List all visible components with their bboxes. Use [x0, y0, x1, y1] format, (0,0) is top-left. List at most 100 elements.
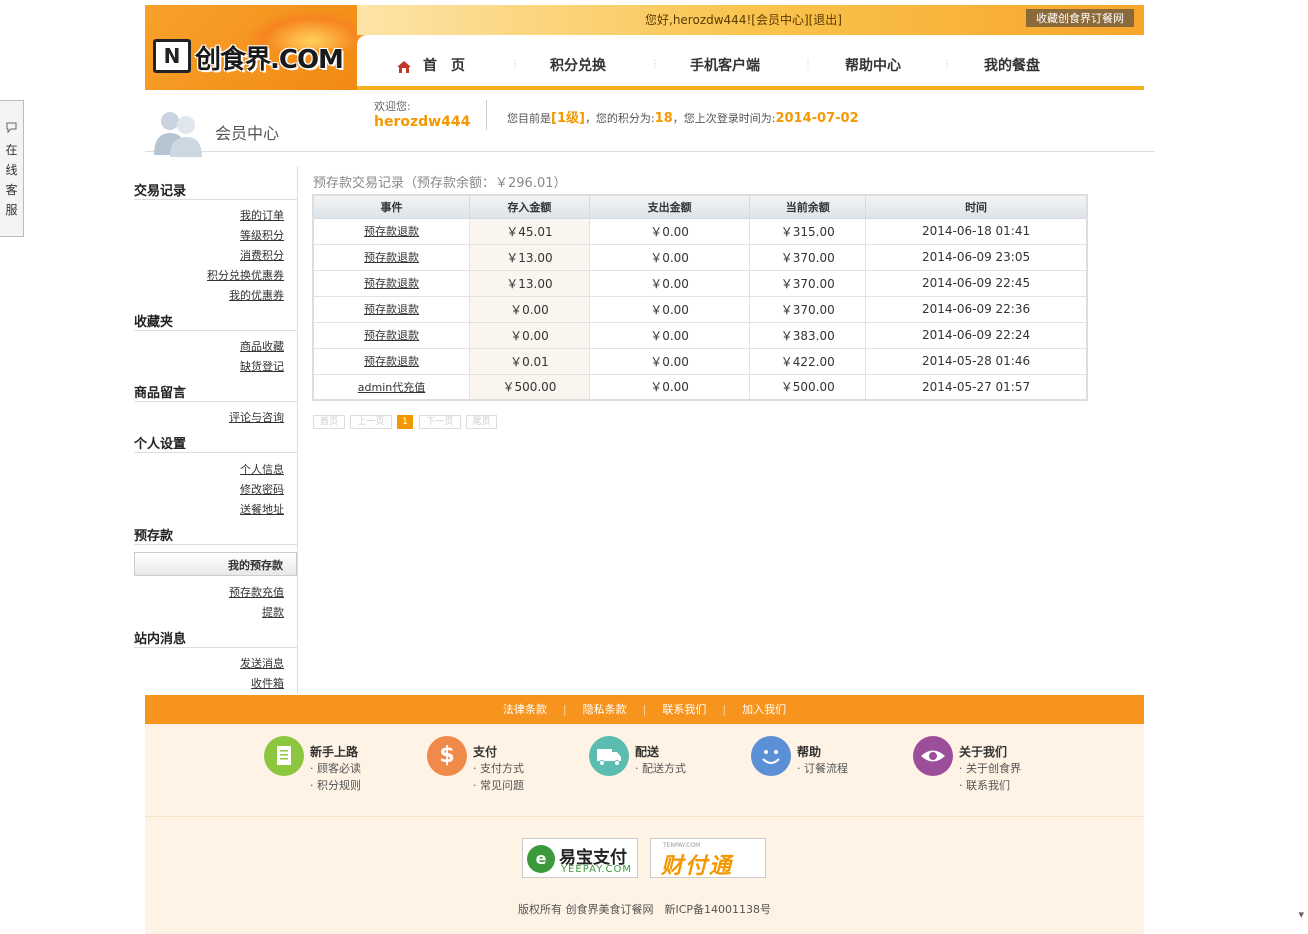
event-link[interactable]: admin代充值	[358, 381, 425, 394]
sidebar-link-delivery-address[interactable]: 送餐地址	[240, 501, 284, 517]
sidebar-link-send-message[interactable]: 发送消息	[240, 655, 284, 671]
sidebar-link-product-favorites[interactable]: 商品收藏	[240, 338, 284, 354]
transaction-time: 2014-05-27 01:57	[865, 373, 1088, 401]
sidebar-link-withdraw[interactable]: 提款	[262, 604, 284, 620]
expense-amount: ￥0.00	[588, 295, 751, 323]
member-info-bar: 会员中心 欢迎您: herozdw444 您目前是[1级]，您的积分为:18，您…	[145, 95, 1155, 157]
site-logo[interactable]: N 创食界.COM	[145, 5, 357, 90]
member-level: [1级]	[551, 111, 585, 126]
sidebar-link-my-coupons[interactable]: 我的优惠券	[229, 287, 284, 303]
nav-separator: ⋮	[650, 59, 660, 70]
pager-next[interactable]: 下一页	[419, 415, 461, 429]
welcome-label: 欢迎您:	[374, 100, 411, 113]
current-balance: ￥315.00	[749, 217, 867, 245]
event-link[interactable]: 预存款退款	[364, 329, 419, 342]
footer-info-link[interactable]: · 积分规则	[310, 777, 361, 793]
transaction-time: 2014-06-18 01:41	[865, 217, 1088, 245]
sidebar: 交易记录 我的订单 等级积分 消费积分 积分兑换优惠券 我的优惠券 收藏夹 商品…	[134, 166, 297, 693]
sidebar-link-points-coupon[interactable]: 积分兑换优惠券	[207, 267, 284, 283]
sidebar-section-title: 商品留言	[134, 386, 187, 401]
footer-info-link[interactable]: · 联系我们	[959, 777, 1010, 793]
sidebar-link-level-points[interactable]: 等级积分	[240, 227, 284, 243]
tenpay-logo[interactable]: TENPAY.COM 财付通	[650, 838, 766, 879]
smile-icon	[751, 736, 791, 776]
footer-link-legal[interactable]: 法律条款	[503, 703, 547, 716]
column-header: 当前余额	[749, 194, 867, 219]
nav-separator: ⋮	[510, 59, 520, 70]
chat-bubble-icon	[6, 122, 16, 134]
truck-icon	[589, 736, 629, 776]
nav-my-plate[interactable]: 我的餐盘	[984, 55, 1040, 75]
event-link[interactable]: 预存款退款	[364, 355, 419, 368]
nav-mobile-client[interactable]: 手机客户端	[690, 55, 760, 75]
sidebar-item-label: 我的预存款	[228, 559, 283, 572]
event-link[interactable]: 预存款退款	[364, 251, 419, 264]
sidebar-section-title: 个人设置	[134, 437, 187, 452]
sidebar-item-my-deposit[interactable]: 我的预存款	[134, 552, 297, 576]
username: herozdw444	[374, 114, 471, 130]
add-favorite-button[interactable]: 收藏创食界订餐网	[1026, 9, 1134, 27]
event-link[interactable]: 预存款退款	[364, 277, 419, 290]
sidebar-link-personal-info[interactable]: 个人信息	[240, 461, 284, 477]
online-service-label: 在线客服	[5, 143, 18, 217]
deposit-amount: ￥500.00	[469, 373, 590, 401]
expense-amount: ￥0.00	[588, 217, 751, 245]
online-service-tab[interactable]: 在线客服	[0, 100, 24, 237]
scroll-down-arrow-icon[interactable]: ▾	[1298, 908, 1304, 921]
footer-info-link[interactable]: · 关于创食界	[959, 760, 1021, 776]
current-balance: ￥422.00	[749, 347, 867, 375]
footer-info-link[interactable]: · 支付方式	[473, 760, 524, 776]
sidebar-link-change-password[interactable]: 修改密码	[240, 481, 284, 497]
footer-info-link[interactable]: · 顾客必读	[310, 760, 361, 776]
expense-amount: ￥0.00	[588, 321, 751, 349]
footer-info-link[interactable]: · 常见问题	[473, 777, 524, 793]
member-status: 您目前是[1级]，您的积分为:18，您上次登录时间为:2014-07-02	[507, 111, 859, 126]
table-row: 预存款退款 ￥45.01 ￥0.00 ￥315.00 2014-06-18 01…	[312, 217, 1088, 245]
transaction-time: 2014-06-09 23:05	[865, 243, 1088, 271]
table-row: admin代充值 ￥500.00 ￥0.00 ￥500.00 2014-05-2…	[312, 373, 1088, 401]
footer-link-contact[interactable]: 联系我们	[662, 703, 706, 716]
nav-points-exchange[interactable]: 积分兑换	[550, 55, 606, 75]
sidebar-link-reviews[interactable]: 评论与咨询	[229, 409, 284, 425]
sidebar-link-inbox[interactable]: 收件箱	[251, 675, 284, 691]
user-greeting[interactable]: 您好,herozdw444![会员中心][退出]	[645, 11, 842, 28]
yeepay-logo[interactable]: e 易宝支付 YEEPAY.COM	[522, 838, 638, 878]
member-center-title: 会员中心	[215, 124, 280, 143]
pager-current[interactable]: 1	[397, 415, 413, 429]
pager-last[interactable]: 尾页	[466, 415, 497, 429]
footer-info-title: 新手上路	[310, 745, 359, 759]
yeepay-icon: e	[527, 845, 555, 873]
footer-links-bar: 法律条款 | 隐私条款 | 联系我们 | 加入我们	[145, 695, 1144, 724]
divider	[134, 647, 297, 648]
footer-info-link[interactable]: · 订餐流程	[797, 760, 848, 776]
divider	[134, 401, 297, 402]
main-nav: 首 页 ⋮ 积分兑换 ⋮ 手机客户端 ⋮ 帮助中心 ⋮ 我的餐盘	[357, 35, 1144, 90]
sidebar-link-out-of-stock[interactable]: 缺货登记	[240, 358, 284, 374]
home-icon	[397, 61, 411, 73]
column-header: 支出金额	[588, 194, 751, 219]
table-row: 预存款退款 ￥0.00 ￥0.00 ￥383.00 2014-06-09 22:…	[312, 321, 1088, 349]
event-link[interactable]: 预存款退款	[364, 225, 419, 238]
event-link[interactable]: 预存款退款	[364, 303, 419, 316]
expense-amount: ￥0.00	[588, 373, 751, 401]
divider	[134, 330, 297, 331]
pager-prev[interactable]: 上一页	[350, 415, 392, 429]
nav-help-center[interactable]: 帮助中心	[845, 55, 901, 75]
sidebar-link-consume-points[interactable]: 消费积分	[240, 247, 284, 263]
sidebar-link-deposit-recharge[interactable]: 预存款充值	[229, 584, 284, 600]
footer-info-link[interactable]: · 配送方式	[635, 760, 686, 776]
footer-link-join[interactable]: 加入我们	[742, 703, 786, 716]
deposit-amount: ￥0.00	[469, 295, 590, 323]
sidebar-link-my-orders[interactable]: 我的订单	[240, 207, 284, 223]
nav-home[interactable]: 首 页	[423, 55, 465, 75]
pager-first[interactable]: 首页	[313, 415, 345, 429]
footer-info-title: 帮助	[797, 745, 822, 759]
footer-link-privacy[interactable]: 隐私条款	[583, 703, 627, 716]
divider	[134, 452, 297, 453]
table-row: 预存款退款 ￥13.00 ￥0.00 ￥370.00 2014-06-09 23…	[312, 243, 1088, 271]
last-login-date: 2014-07-02	[775, 111, 859, 126]
divider	[486, 100, 487, 130]
expense-amount: ￥0.00	[588, 243, 751, 271]
current-balance: ￥370.00	[749, 243, 867, 271]
dollar-icon: $	[427, 736, 467, 776]
